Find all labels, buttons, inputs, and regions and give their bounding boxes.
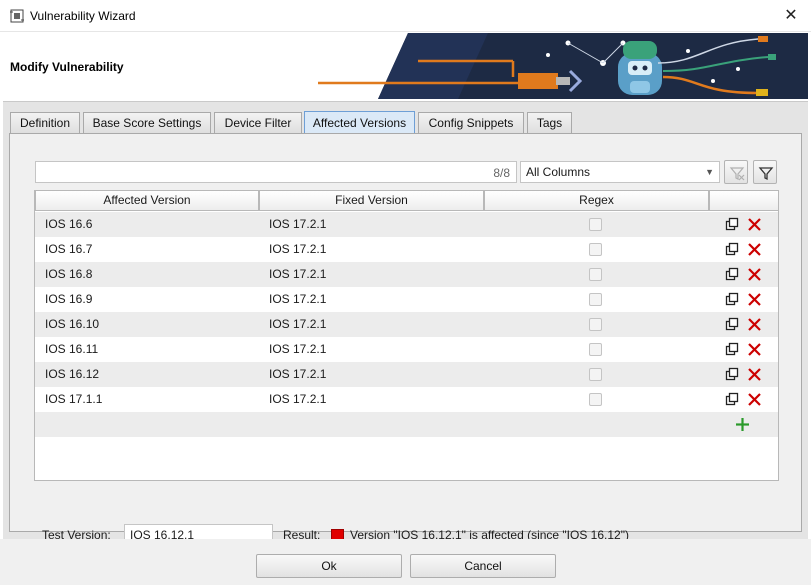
copy-icon[interactable] — [725, 342, 740, 357]
delete-icon[interactable] — [747, 292, 762, 307]
fixed-version-cell[interactable]: IOS 17.2.1 — [269, 362, 326, 387]
table-row[interactable]: IOS 16.11 IOS 17.2.1 — [35, 337, 778, 362]
delete-icon[interactable] — [747, 242, 762, 257]
delete-icon[interactable] — [747, 367, 762, 382]
regex-checkbox[interactable] — [589, 243, 602, 256]
title-bar: Vulnerability Wizard ✕ — [0, 0, 811, 32]
delete-icon[interactable] — [747, 342, 762, 357]
dialog-body: Definition Base Score Settings Device Fi… — [3, 101, 808, 546]
window-title: Vulnerability Wizard — [30, 9, 136, 23]
regex-checkbox[interactable] — [589, 393, 602, 406]
fixed-version-cell[interactable]: IOS 17.2.1 — [269, 337, 326, 362]
table-row[interactable]: IOS 16.8 IOS 17.2.1 — [35, 262, 778, 287]
affected-version-cell[interactable]: IOS 16.8 — [45, 262, 92, 287]
table-row[interactable]: IOS 16.12 IOS 17.2.1 — [35, 362, 778, 387]
robot-banner-image — [318, 33, 808, 99]
ok-button[interactable]: Ok — [256, 554, 402, 578]
delete-icon[interactable] — [747, 267, 762, 282]
delete-icon[interactable] — [747, 317, 762, 332]
filter-input[interactable]: 8/8 — [35, 161, 517, 183]
fixed-version-cell[interactable]: IOS 17.2.1 — [269, 312, 326, 337]
regex-checkbox[interactable] — [589, 268, 602, 281]
filter-match-count: 8/8 — [493, 166, 510, 180]
plus-icon[interactable] — [735, 417, 750, 432]
close-icon: ✕ — [784, 7, 798, 24]
fixed-version-cell[interactable]: IOS 17.2.1 — [269, 287, 326, 312]
fixed-version-cell[interactable]: IOS 17.2.1 — [269, 237, 326, 262]
regex-checkbox[interactable] — [589, 343, 602, 356]
affected-version-cell[interactable]: IOS 16.6 — [45, 212, 92, 237]
table-row[interactable]: IOS 16.10 IOS 17.2.1 — [35, 312, 778, 337]
copy-icon[interactable] — [725, 367, 740, 382]
wizard-header: Modify Vulnerability — [3, 33, 808, 99]
regex-checkbox[interactable] — [589, 318, 602, 331]
copy-icon[interactable] — [725, 317, 740, 332]
affected-version-cell[interactable]: IOS 16.7 — [45, 237, 92, 262]
header-affected-version[interactable]: Affected Version — [35, 191, 259, 211]
versions-table: Affected Version Fixed Version Regex IOS… — [34, 190, 779, 481]
copy-icon[interactable] — [725, 217, 740, 232]
filter-button[interactable] — [753, 160, 777, 184]
affected-version-cell[interactable]: IOS 16.12 — [45, 362, 99, 387]
affected-version-cell[interactable]: IOS 16.11 — [45, 337, 98, 362]
delete-icon[interactable] — [747, 392, 762, 407]
filter-icon — [758, 167, 774, 181]
clear-filter-button[interactable] — [724, 160, 748, 184]
copy-icon[interactable] — [725, 267, 740, 282]
regex-checkbox[interactable] — [589, 218, 602, 231]
table-row[interactable]: IOS 17.1.1 IOS 17.2.1 — [35, 387, 778, 412]
copy-icon[interactable] — [725, 292, 740, 307]
header-regex[interactable]: Regex — [484, 191, 709, 211]
app-icon — [10, 9, 24, 23]
affected-version-cell[interactable]: IOS 16.10 — [45, 312, 99, 337]
affected-version-cell[interactable]: IOS 17.1.1 — [45, 387, 102, 412]
table-row[interactable]: IOS 16.9 IOS 17.2.1 — [35, 287, 778, 312]
add-row — [35, 412, 778, 437]
table-row[interactable]: IOS 16.7 IOS 17.2.1 — [35, 237, 778, 262]
header-fixed-version[interactable]: Fixed Version — [259, 191, 484, 211]
tab-definition[interactable]: Definition — [10, 112, 80, 134]
affected-versions-panel: 8/8 All Columns ▼ Affected Version Fixed… — [9, 133, 802, 546]
regex-checkbox[interactable] — [589, 293, 602, 306]
affected-version-cell[interactable]: IOS 16.9 — [45, 287, 92, 312]
close-button[interactable]: ✕ — [771, 0, 811, 32]
tab-device-filter[interactable]: Device Filter — [214, 112, 302, 134]
fixed-version-cell[interactable]: IOS 17.2.1 — [269, 387, 326, 412]
regex-checkbox[interactable] — [589, 368, 602, 381]
chevron-down-icon: ▼ — [705, 167, 714, 177]
table-row[interactable]: IOS 16.6 IOS 17.2.1 — [35, 212, 778, 237]
cancel-button[interactable]: Cancel — [410, 554, 556, 578]
page-title: Modify Vulnerability — [10, 60, 124, 74]
header-actions — [709, 191, 778, 211]
fixed-version-cell[interactable]: IOS 17.2.1 — [269, 212, 326, 237]
fixed-version-cell[interactable]: IOS 17.2.1 — [269, 262, 326, 287]
tab-tags[interactable]: Tags — [527, 112, 572, 134]
tab-base-score-settings[interactable]: Base Score Settings — [83, 112, 211, 134]
filter-clear-icon — [729, 167, 745, 181]
tab-affected-versions[interactable]: Affected Versions — [304, 111, 415, 134]
dialog-footer: Ok Cancel — [0, 539, 811, 585]
delete-icon[interactable] — [747, 217, 762, 232]
table-header: Affected Version Fixed Version Regex — [35, 191, 778, 212]
tab-config-snippets[interactable]: Config Snippets — [418, 112, 524, 134]
copy-icon[interactable] — [725, 392, 740, 407]
column-select[interactable]: All Columns ▼ — [520, 161, 720, 183]
column-select-value: All Columns — [526, 165, 591, 179]
copy-icon[interactable] — [725, 242, 740, 257]
